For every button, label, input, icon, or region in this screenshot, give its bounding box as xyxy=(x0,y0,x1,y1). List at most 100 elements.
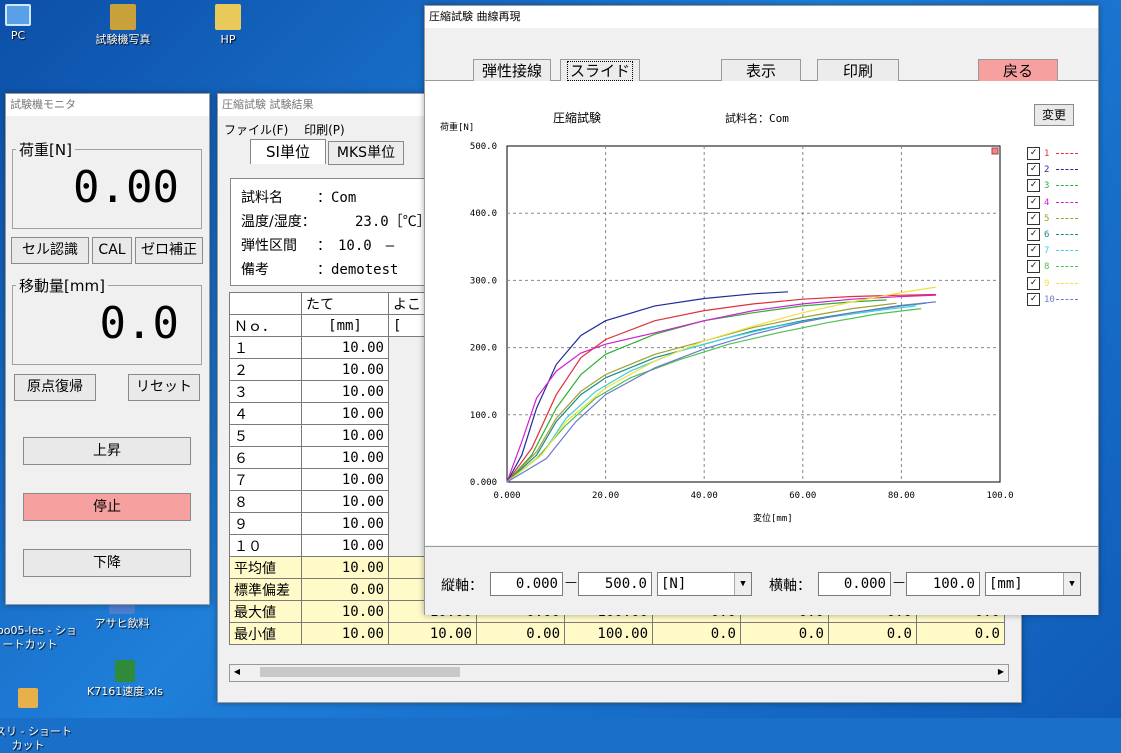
stat-label: 標準偏差 xyxy=(229,578,302,601)
legend-line-swatch xyxy=(1056,250,1078,252)
legend-item[interactable]: ✓ 7 xyxy=(1027,244,1078,260)
monitor-window: 試験機モニタ 0.00 荷重[N] セル認識 CAL ゼロ補正 0.0 移動量[… xyxy=(5,93,210,605)
scroll-right-icon[interactable]: ▶ xyxy=(994,665,1008,679)
column-header: たて xyxy=(301,292,389,315)
row-number: ６ xyxy=(229,446,302,469)
down-button[interactable]: 下降 xyxy=(23,549,191,577)
row-number: ７ xyxy=(229,468,302,491)
desktop-icon-hp[interactable]: HP xyxy=(188,4,268,47)
stat-value: 10.00 xyxy=(301,622,389,645)
stop-button[interactable]: 停止 xyxy=(23,493,191,521)
row-value: 10.00 xyxy=(301,490,389,513)
desktop-icon-label: PC xyxy=(10,29,26,42)
slide-button[interactable]: スライド xyxy=(560,59,640,83)
h-axis-max-field[interactable]: 100.0 xyxy=(906,572,980,596)
desktop-icon-pc[interactable]: PC xyxy=(0,4,58,43)
tab-mks-units[interactable]: MKS単位 xyxy=(328,141,404,165)
checkbox-icon[interactable]: ✓ xyxy=(1027,163,1040,177)
cell-recognize-button[interactable]: セル認識 xyxy=(11,237,89,264)
checkbox-icon[interactable]: ✓ xyxy=(1027,195,1040,209)
y-tick-label: 500.0 xyxy=(470,142,497,152)
checkbox-icon[interactable]: ✓ xyxy=(1027,228,1040,241)
legend-item[interactable]: ✓ 9 xyxy=(1027,276,1078,293)
h-axis-min-field[interactable]: 0.000 xyxy=(818,572,891,596)
stat-value: 0.0 xyxy=(652,622,741,645)
zero-correct-button[interactable]: ゼロ補正 xyxy=(135,237,203,264)
checkbox-icon[interactable]: ✓ xyxy=(1027,276,1040,290)
row-number: １０ xyxy=(229,534,302,557)
scroll-left-icon[interactable]: ◀ xyxy=(230,665,244,679)
legend-item[interactable]: ✓ 2 xyxy=(1027,163,1078,179)
header-blank xyxy=(229,292,302,315)
return-origin-button[interactable]: 原点復帰 xyxy=(14,374,96,401)
tab-si-units[interactable]: SI単位 xyxy=(250,139,326,164)
desktop-icon-shortcut-1[interactable]: oo05-les - ショ ートカット xyxy=(0,610,77,652)
note-label: 備考 xyxy=(241,262,269,278)
checkbox-icon[interactable]: ✓ xyxy=(1027,244,1040,258)
checkbox-icon[interactable]: ✓ xyxy=(1027,260,1040,274)
h-axis-unit-select[interactable]: [mm] ▼ xyxy=(985,572,1081,596)
y-tick-label: 300.0 xyxy=(470,276,497,286)
unit-header: [mm] xyxy=(301,314,389,337)
stat-row: 最小値 10.00 10.00 0.00 100.00 0.0 0.0 0.0 0.0 xyxy=(229,622,1005,645)
computer-icon xyxy=(5,4,31,26)
up-button[interactable]: 上昇 xyxy=(23,437,191,465)
row-value: 10.00 xyxy=(301,380,389,403)
desktop-icon-label: アサヒ飲料 xyxy=(94,617,150,630)
results-menubar: ファイル(F) 印刷(P) xyxy=(224,121,345,138)
desktop-icon-photos[interactable]: 試験機写真 xyxy=(83,4,163,47)
stat-value: 10.00 xyxy=(388,622,477,645)
row-value: 10.00 xyxy=(301,336,389,359)
row-number: ９ xyxy=(229,512,302,535)
checkbox-icon[interactable]: ✓ xyxy=(1027,211,1040,225)
checkbox-icon[interactable]: ✓ xyxy=(1027,147,1040,160)
v-axis-unit-value: [N] xyxy=(661,576,687,592)
row-number: ２ xyxy=(229,358,302,381)
cal-button[interactable]: CAL xyxy=(92,237,132,264)
v-axis-dash: — xyxy=(565,575,577,589)
desktop-icon-excel[interactable]: K7161速度.xls xyxy=(80,660,170,699)
temp-label: 温度/湿度： xyxy=(241,214,316,230)
elastic-tangent-button[interactable]: 弾性接線 xyxy=(473,59,551,83)
legend-item[interactable]: ✓ 8 xyxy=(1027,260,1078,276)
load-value: 0.00 xyxy=(73,162,179,213)
v-axis-unit-select[interactable]: [N] ▼ xyxy=(657,572,752,596)
menu-print[interactable]: 印刷(P) xyxy=(304,123,345,137)
legend-item[interactable]: ✓ 6 xyxy=(1027,228,1078,244)
y-tick-label: 100.0 xyxy=(470,411,497,421)
v-axis-max-field[interactable]: 500.0 xyxy=(578,572,652,596)
scrollbar-thumb[interactable] xyxy=(260,667,460,677)
stat-value: 0.0 xyxy=(740,622,829,645)
h-axis-label: 横軸： xyxy=(769,578,811,594)
x-tick-label: 40.00 xyxy=(691,491,718,501)
reset-button[interactable]: リセット xyxy=(128,374,200,401)
legend-series-name: 6 xyxy=(1044,230,1050,240)
legend-item[interactable]: ✓ 3 xyxy=(1027,179,1078,195)
row-value: 10.00 xyxy=(301,424,389,447)
print-button[interactable]: 印刷 xyxy=(817,59,899,83)
legend-item[interactable]: ✓ 5 xyxy=(1027,211,1078,228)
stat-label: 平均値 xyxy=(229,556,302,579)
legend-line-swatch xyxy=(1056,185,1078,187)
back-button[interactable]: 戻る xyxy=(978,59,1058,83)
legend-line-swatch xyxy=(1056,234,1078,235)
checkbox-icon[interactable]: ✓ xyxy=(1027,292,1040,306)
row-value: 10.00 xyxy=(301,468,389,491)
desktop-icon-label: oo05-les - ショ ートカット xyxy=(0,624,77,651)
checkbox-icon[interactable]: ✓ xyxy=(1027,179,1040,193)
legend-item[interactable]: ✓ 4 xyxy=(1027,195,1078,212)
legend-item[interactable]: ✓ 1 xyxy=(1027,147,1078,163)
row-value: 10.00 xyxy=(301,358,389,381)
display-button[interactable]: 表示 xyxy=(721,59,801,83)
load-label: 荷重[N] xyxy=(16,139,75,160)
horizontal-scrollbar[interactable]: ◀ ▶ xyxy=(229,664,1009,682)
plot-marker xyxy=(991,147,999,155)
legend-series-name: 4 xyxy=(1044,197,1050,208)
desktop-icon-shortcut-2[interactable]: スリ - ショート カット xyxy=(0,660,72,753)
dropdown-arrow-icon[interactable]: ▼ xyxy=(1063,573,1080,595)
menu-file[interactable]: ファイル(F) xyxy=(224,123,288,137)
dropdown-arrow-icon[interactable]: ▼ xyxy=(734,573,751,595)
v-axis-min-field[interactable]: 0.000 xyxy=(490,572,563,596)
legend-line-swatch xyxy=(1056,298,1078,300)
legend-item[interactable]: ✓ 10 xyxy=(1027,292,1078,309)
